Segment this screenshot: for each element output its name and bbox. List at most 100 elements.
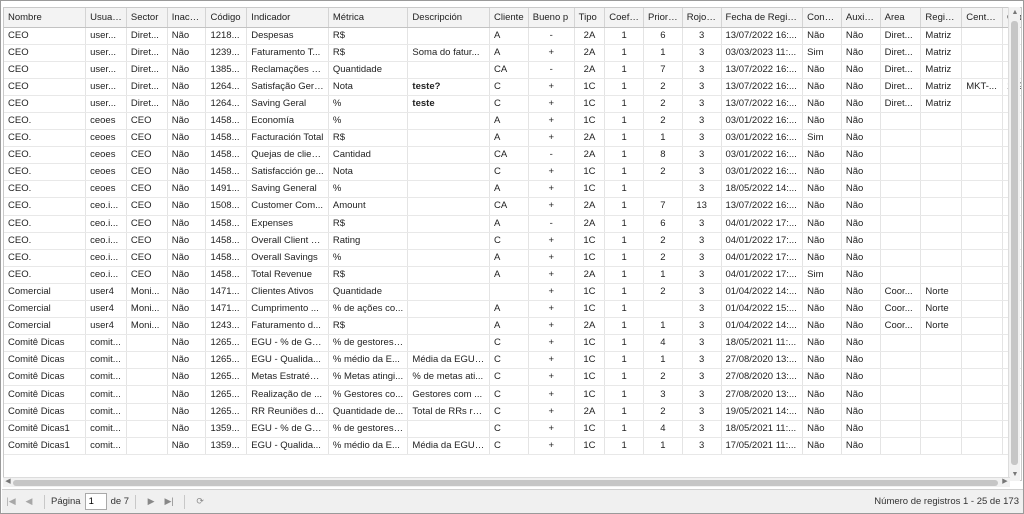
table-row[interactable]: CEO. ceo.i... CEO Não 1458... Total Revenue R$… — [4, 266, 1021, 284]
table-row[interactable]: Comitê Dicas comit... Não 1265... RR Reuniõe… — [4, 403, 1021, 421]
table-cell: + — [528, 403, 575, 421]
scroll-left-icon[interactable]: ◀ — [3, 477, 13, 487]
table-cell: 03/01/2022 16:... — [721, 129, 804, 148]
vertical-scroll-thumb[interactable] — [1011, 21, 1018, 465]
column-header[interactable]: Usuario — [85, 8, 127, 28]
column-header[interactable]: Descripción — [407, 8, 491, 28]
column-header[interactable]: Bueno p — [528, 8, 575, 28]
last-page-icon[interactable]: ▶| — [160, 493, 178, 511]
table-cell: user4 — [85, 317, 127, 336]
column-header[interactable]: Fecha de Registro — [721, 8, 804, 28]
table-row[interactable]: Comitê Dicas comit... Não 1265... Metas Estr… — [4, 368, 1021, 387]
table-row[interactable]: CEO user... Diret... Não 1264... Saving Geral… — [4, 95, 1021, 113]
table-cell: + — [528, 317, 575, 336]
table-row[interactable]: CEO user... Diret... Não 1239... Faturamento … — [4, 44, 1021, 62]
refresh-icon[interactable]: ⟳ — [191, 493, 209, 511]
table-cell: 4 — [643, 334, 683, 353]
table-row[interactable]: CEO. ceoes CEO Não 1458... Satisfacción ge...… — [4, 163, 1021, 182]
table-cell: 8 — [643, 146, 683, 165]
table-row[interactable]: CEO. ceo.i... CEO Não 1458... Expenses R$ A -2A 1… — [4, 215, 1021, 233]
table-cell: CEO — [126, 163, 168, 182]
table-cell: ceoes — [85, 129, 127, 148]
table-cell: ceo.i... — [85, 266, 127, 284]
next-page-icon[interactable]: ▶ — [142, 493, 160, 511]
table-cell: R$ — [328, 27, 409, 45]
table-cell: 2A — [574, 317, 606, 336]
table-cell — [961, 334, 1004, 353]
table-cell: % de gestores ... — [328, 420, 409, 438]
table-cell: Diret... — [126, 61, 168, 79]
table-row[interactable]: CEO user... Diret... Não 1264... Satisfação G… — [4, 78, 1021, 96]
column-header[interactable]: Cliente — [489, 8, 529, 28]
table-row[interactable]: Comitê Dicas comit... Não 1265... EGU - % de… — [4, 334, 1021, 353]
first-page-icon[interactable]: |◀ — [2, 493, 20, 511]
table-row[interactable]: CEO. ceo.i... CEO Não 1508... Customer Com...… — [4, 197, 1021, 216]
column-header[interactable]: Tipo — [574, 8, 606, 28]
vertical-scrollbar[interactable]: ▲ ▼ — [1008, 7, 1020, 481]
scroll-down-icon[interactable]: ▼ — [1009, 469, 1021, 481]
table-row[interactable]: CEO. ceoes CEO Não 1458... Economía% A +1C 1 2 3 03… — [4, 112, 1021, 131]
table-cell: 7 — [643, 61, 683, 79]
table-row[interactable]: Comercial user4 Moni... Não 1243... Faturamen… — [4, 317, 1021, 336]
table-cell — [961, 44, 1004, 62]
column-header[interactable]: Priorida — [643, 8, 683, 28]
table-row[interactable]: Comitê Dicas1 comit... Não 1359... EGU - % d… — [4, 420, 1021, 438]
table-cell: Não — [802, 300, 842, 319]
column-header[interactable]: Centro c — [961, 8, 1004, 28]
table-cell: + — [528, 300, 575, 319]
table-row[interactable]: CEO user... Diret... Não 1218... Despesas R$ A -… — [4, 27, 1021, 45]
table-cell: Comercial — [4, 300, 87, 319]
table-row[interactable]: CEO. ceo.i... CEO Não 1458... Overall Client … — [4, 232, 1021, 250]
table-cell: Não — [841, 197, 881, 216]
table-row[interactable]: Comitê Dicas comit... Não 1265... EGU - Qual… — [4, 351, 1021, 370]
table-row[interactable]: CEO. ceoes CEO Não 1491... Saving General% A +1… — [4, 180, 1021, 199]
column-header[interactable]: Auxiliar — [841, 8, 881, 28]
table-cell: 4 — [643, 420, 683, 438]
table-cell: Cantidad — [328, 146, 409, 165]
table-cell: Não — [841, 437, 881, 455]
table-row[interactable]: CEO. ceo.i... CEO Não 1458... Overall Savings… — [4, 249, 1021, 267]
column-header[interactable]: Rojo Cr — [682, 8, 722, 28]
table-cell: Quantidade — [328, 283, 409, 302]
table-cell — [407, 215, 491, 233]
page-number-input[interactable] — [84, 493, 107, 510]
column-header[interactable]: Código — [205, 8, 248, 28]
table-row[interactable]: Comercial user4 Moni... Não 1471... Clientes … — [4, 283, 1021, 302]
table-row[interactable]: Comitê Dicas comit... Não 1265... Realização… — [4, 385, 1021, 404]
column-header[interactable]: Coeficie — [604, 8, 645, 28]
table-cell: 1265... — [205, 334, 248, 353]
table-row[interactable]: Comercial user4 Moni... Não 1471... Cumprimen… — [4, 300, 1021, 319]
table-cell: % — [328, 249, 409, 267]
table-cell: Coor... — [880, 317, 922, 336]
column-header[interactable]: Regiona — [920, 8, 963, 28]
column-header[interactable]: Consolic — [802, 8, 842, 28]
table-cell: Clientes Ativos — [246, 283, 329, 302]
table-row[interactable]: CEO. ceoes CEO Não 1458... Facturación Total R… — [4, 129, 1021, 148]
table-cell — [880, 232, 922, 250]
table-cell: Quantidade — [328, 61, 409, 79]
column-header[interactable]: Sector — [126, 8, 168, 28]
table-cell — [407, 249, 491, 267]
table-cell: A — [489, 317, 529, 336]
table-row[interactable]: CEO user... Diret... Não 1385... Reclamações … — [4, 61, 1021, 79]
column-header[interactable]: Indicador — [246, 8, 329, 28]
column-header[interactable]: Inactivo — [167, 8, 207, 28]
table-cell: 3 — [682, 44, 722, 62]
column-header[interactable]: Nombre — [4, 8, 87, 28]
table-cell: Comitê Dicas1 — [4, 420, 87, 438]
table-cell: 1C — [574, 112, 606, 131]
horizontal-scroll-thumb[interactable] — [13, 480, 998, 486]
table-cell — [961, 129, 1004, 148]
column-header[interactable]: Métrica — [328, 8, 409, 28]
table-cell: Não — [167, 420, 207, 438]
table-cell — [880, 197, 922, 216]
table-row[interactable]: Comitê Dicas1 comit... Não 1359... EGU - Qua… — [4, 437, 1021, 455]
table-cell: comit... — [85, 351, 127, 370]
prev-page-icon[interactable]: ◀ — [20, 493, 38, 511]
column-header[interactable]: Area — [880, 8, 922, 28]
horizontal-scrollbar[interactable]: ◀ ▶ — [3, 477, 1010, 487]
table-cell: 1239... — [205, 44, 248, 62]
scroll-up-icon[interactable]: ▲ — [1009, 7, 1021, 19]
table-row[interactable]: CEO. ceoes CEO Não 1458... Quejas de clien...… — [4, 146, 1021, 165]
scroll-right-icon[interactable]: ▶ — [1000, 477, 1010, 487]
